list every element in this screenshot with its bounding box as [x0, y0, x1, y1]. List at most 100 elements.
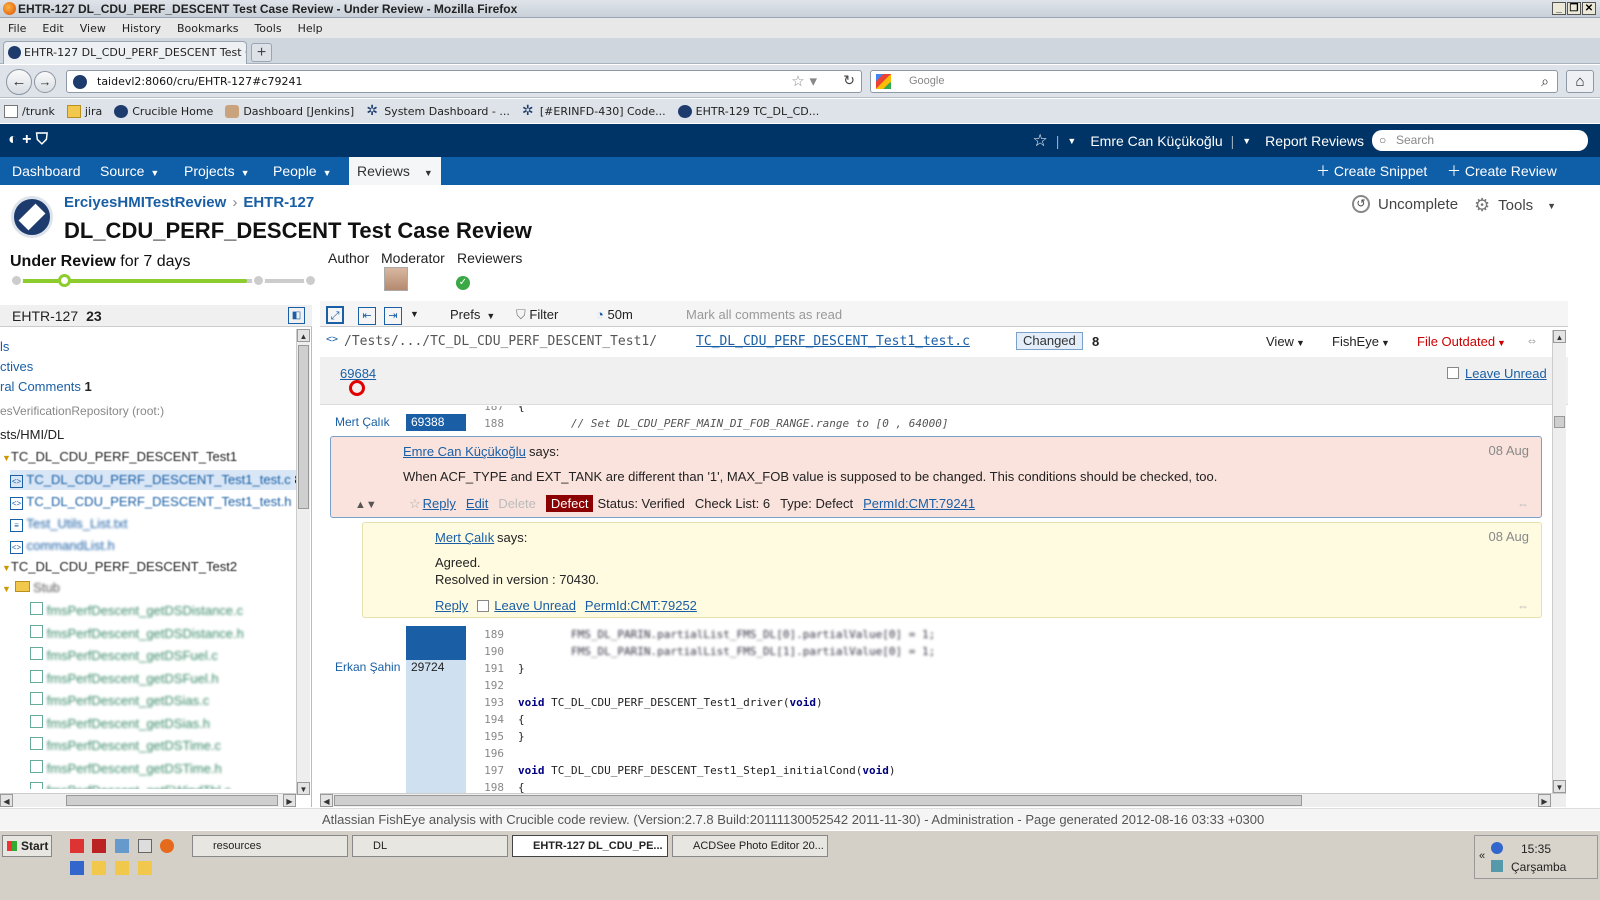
task-resources[interactable]: resources	[192, 835, 348, 857]
folder-icon[interactable]	[138, 861, 152, 875]
menu-file[interactable]: File	[8, 22, 26, 35]
collapse-file-icon[interactable]: ⇔	[1528, 334, 1536, 349]
content-horizontal-scrollbar[interactable]: ◀ ▶	[320, 793, 1566, 807]
favourites-dropdown-icon[interactable]: ▼	[1067, 136, 1076, 146]
moderator-avatar[interactable]	[384, 267, 408, 291]
web-search-input[interactable]: Google ⌕	[870, 70, 1558, 93]
quick-search-input[interactable]: Search	[1372, 130, 1588, 151]
menu-tools[interactable]: Tools	[254, 22, 281, 35]
tree-stub-file[interactable]: fmsPerfDescent_getEWindTbl.c	[30, 781, 231, 789]
report-reviews-link[interactable]: Report Reviews	[1265, 133, 1364, 149]
bookmark-jira[interactable]: jira	[66, 104, 102, 118]
permid-link[interactable]: PermId:CMT:79252	[585, 598, 697, 613]
maximize-icon[interactable]: ❐	[1567, 2, 1581, 15]
tree-folder-test1[interactable]: ▼TC_DL_CDU_PERF_DESCENT_Test1	[2, 447, 237, 467]
bookmark-ehtr-129[interactable]: EHTR-129 TC_DL_CD...	[677, 104, 819, 118]
volume-icon[interactable]	[1491, 860, 1503, 872]
scroll-down-icon[interactable]: ▼	[1553, 780, 1566, 793]
bookmark-system-dashboard[interactable]: ✲ System Dashboard - ...	[366, 104, 510, 118]
minimize-icon[interactable]: _	[1552, 2, 1566, 15]
leave-unread-link[interactable]: Leave Unread	[1465, 366, 1547, 381]
ie-icon[interactable]	[70, 861, 84, 875]
scroll-thumb[interactable]	[66, 795, 278, 806]
tree-folder-test2[interactable]: ▼TC_DL_CDU_PERF_DESCENT_Test2	[2, 557, 237, 577]
folder-icon[interactable]	[92, 861, 106, 875]
reply-link[interactable]: Reply	[423, 496, 456, 511]
task-acdsee[interactable]: ACDSee Photo Editor 20...	[672, 835, 828, 857]
url-bar[interactable]: taidevl2:8060/cru/EHTR-127#c79241 ☆ ▾ ↻	[66, 70, 862, 93]
file-tree-vertical-scrollbar[interactable]: ▲ ▼	[296, 329, 310, 795]
tree-file-test-h[interactable]: <> TC_DL_CDU_PERF_DESCENT_Test1_test.h	[10, 492, 292, 512]
projects-dropdown-icon[interactable]: ▼	[241, 168, 250, 178]
line-number[interactable]: 198	[480, 779, 504, 793]
delete-link[interactable]: Delete	[498, 496, 536, 511]
reviewer-complete-check-icon[interactable]: ✓	[456, 276, 470, 290]
task-firefox[interactable]: EHTR-127 DL_CDU_PE...	[512, 835, 668, 857]
clock-time[interactable]: 15:35	[1521, 842, 1551, 856]
source-dropdown-icon[interactable]: ▼	[150, 168, 159, 178]
file-tree-horizontal-scrollbar[interactable]: ◀ ▶	[0, 793, 296, 807]
tree-folder-stub[interactable]: ▼ Stub	[2, 578, 60, 598]
nav-projects[interactable]: Projects ▼	[184, 157, 250, 185]
scroll-up-icon[interactable]: ▲	[1553, 330, 1566, 343]
close-icon[interactable]: ✕	[1582, 2, 1596, 15]
bookmark-jenkins[interactable]: Dashboard [Jenkins]	[225, 104, 354, 118]
file-name-link[interactable]: TC_DL_CDU_PERF_DESCENT_Test1_test.c	[696, 334, 970, 349]
comment-author[interactable]: Emre Can Küçükoğlu	[403, 444, 526, 459]
tree-stub-file[interactable]: fmsPerfDescent_getDSFuel.c	[30, 646, 218, 666]
scroll-thumb[interactable]	[298, 345, 309, 509]
comment-author[interactable]: Mert Çalık	[435, 530, 494, 545]
permid-link[interactable]: PermId:CMT:79241	[863, 496, 975, 511]
tree-file-utils[interactable]: ≡ Test_Utils_List.txt	[10, 514, 128, 534]
create-snippet-button[interactable]: ＋ Create Snippet	[1316, 157, 1427, 185]
previous-file-icon[interactable]: ⇤	[358, 305, 376, 325]
navigation-dropdown-icon[interactable]: ▼	[410, 305, 419, 324]
vote-arrows-icon[interactable]: ▲▼	[355, 499, 377, 511]
content-vertical-scrollbar[interactable]: ▲ ▼	[1552, 330, 1566, 793]
nav-reviews[interactable]: Reviews ▼	[349, 157, 441, 185]
tree-stub-file[interactable]: fmsPerfDescent_getDSTime.c	[30, 736, 221, 756]
tree-stub-file[interactable]: fmsPerfDescent_getDSFuel.h	[30, 669, 219, 689]
folder-icon[interactable]	[115, 861, 129, 875]
new-tab-button[interactable]: +	[251, 43, 272, 62]
app-icon[interactable]	[138, 839, 152, 853]
magnifier-icon[interactable]: ⌕	[1541, 71, 1549, 92]
bookmark-crucible-home[interactable]: Crucible Home	[114, 104, 213, 118]
line-number[interactable]: 187	[480, 406, 504, 415]
line-author[interactable]: Erkan Şahin	[335, 660, 400, 674]
tree-item-objectives[interactable]: ctives	[0, 357, 33, 377]
line-number[interactable]: 195	[480, 728, 504, 745]
view-menu[interactable]: View ▼	[1266, 334, 1305, 349]
revision-link[interactable]: 69684	[340, 366, 376, 381]
scroll-down-icon[interactable]: ▼	[297, 782, 310, 795]
tree-stub-file[interactable]: fmsPerfDescent_getDSDistance.h	[30, 624, 244, 644]
line-number[interactable]: 189	[480, 626, 504, 643]
collapse-comment-icon[interactable]: ⇔	[1517, 599, 1529, 613]
line-author[interactable]: Mert Çalık	[335, 415, 390, 429]
tree-stub-file[interactable]: fmsPerfDescent_getDSias.h	[30, 714, 210, 734]
collapse-comment-icon[interactable]: ⇔	[1517, 497, 1529, 511]
line-number[interactable]: 191	[480, 660, 504, 677]
line-number[interactable]: 197	[480, 762, 504, 779]
reload-icon[interactable]: ↻	[843, 71, 855, 92]
nav-people[interactable]: People ▼	[273, 157, 332, 185]
scroll-thumb[interactable]	[334, 795, 1302, 806]
scroll-left-icon[interactable]: ◀	[0, 794, 13, 807]
app-icon[interactable]	[115, 839, 129, 853]
app-icon[interactable]	[92, 839, 106, 853]
forward-icon[interactable]: →	[34, 71, 56, 93]
edit-link[interactable]: Edit	[466, 496, 488, 511]
tree-stub-file[interactable]: fmsPerfDescent_getDSTime.h	[30, 759, 222, 779]
tree-stub-file[interactable]: fmsPerfDescent_getDSDistance.c	[30, 601, 243, 621]
time-spent-button[interactable]: ◔ 50m	[596, 305, 633, 324]
scroll-thumb[interactable]	[1554, 416, 1565, 428]
bookmark-star-icon[interactable]: ☆ ▾	[791, 71, 817, 92]
scroll-right-icon[interactable]: ▶	[1538, 794, 1551, 807]
back-icon[interactable]: ←	[6, 69, 32, 95]
file-outdated-menu[interactable]: File Outdated ▼	[1417, 334, 1506, 349]
filter-button[interactable]: ⛉ Filter	[516, 305, 558, 324]
tree-file-commandlist[interactable]: <> commandList.h	[10, 536, 115, 556]
task-dl[interactable]: DL	[352, 835, 508, 857]
menu-bookmarks[interactable]: Bookmarks	[177, 22, 238, 35]
start-button[interactable]: Start	[2, 835, 52, 857]
